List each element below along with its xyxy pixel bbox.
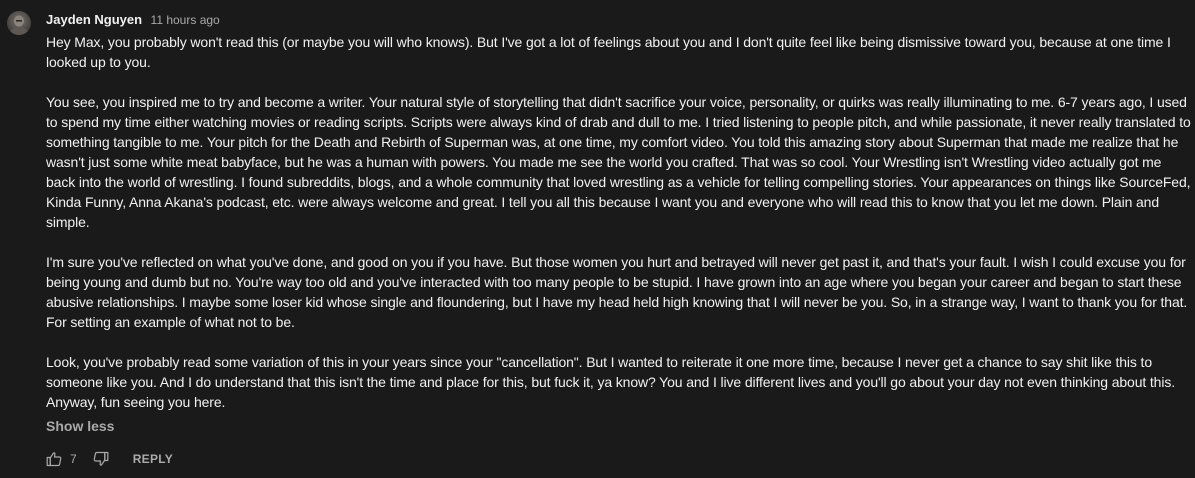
comment-paragraph: Look, you've probably read some variatio… xyxy=(46,354,1175,410)
comment-actions: 7 REPLY xyxy=(46,449,173,469)
comment-paragraph: I'm sure you've reflected on what you've… xyxy=(46,254,1188,330)
reply-button[interactable]: REPLY xyxy=(133,452,173,466)
author-name[interactable]: Jayden Nguyen xyxy=(46,12,142,27)
comment-body: Hey Max, you probably won't read this (o… xyxy=(46,32,1192,412)
show-less-button[interactable]: Show less xyxy=(46,416,114,436)
comment-paragraph: You see, you inspired me to try and beco… xyxy=(46,94,1191,230)
like-count: 7 xyxy=(70,452,77,466)
comment-paragraph: Hey Max, you probably won't read this (o… xyxy=(46,34,1171,70)
comment-header: Jayden Nguyen 11 hours ago xyxy=(46,11,220,29)
comment-timestamp[interactable]: 11 hours ago xyxy=(151,13,220,27)
comment-thread: Jayden Nguyen 11 hours ago Hey Max, you … xyxy=(0,0,1195,478)
avatar-icon[interactable] xyxy=(7,11,31,35)
thumbs-down-icon[interactable] xyxy=(93,451,109,467)
thumbs-up-icon[interactable] xyxy=(46,451,62,467)
